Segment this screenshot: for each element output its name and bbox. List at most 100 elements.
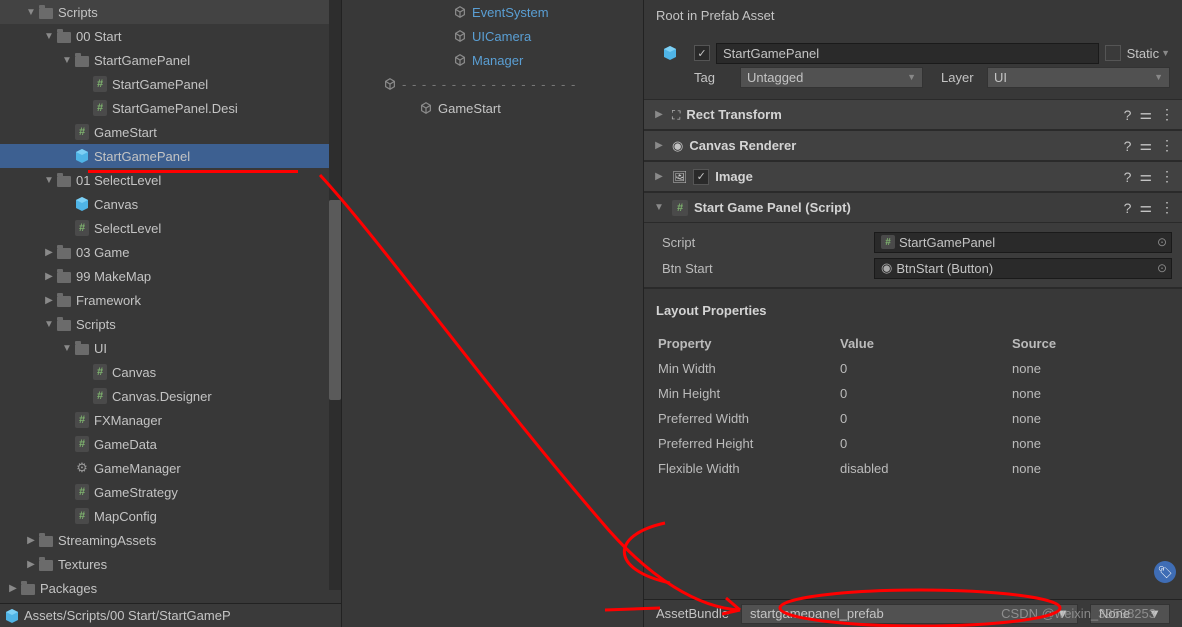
menu-icon[interactable]: ⋮ bbox=[1160, 137, 1174, 154]
help-icon[interactable]: ? bbox=[1124, 200, 1132, 216]
script-icon: # bbox=[92, 100, 108, 116]
tree-item[interactable]: #Canvas bbox=[0, 360, 341, 384]
expand-arrow[interactable] bbox=[6, 581, 20, 595]
tree-item[interactable]: Packages bbox=[0, 576, 341, 600]
layout-table: Property Value Source Min Width0noneMin … bbox=[656, 330, 1170, 482]
tree-item[interactable]: Scripts bbox=[0, 0, 341, 24]
tree-item[interactable]: StartGamePanel bbox=[0, 48, 341, 72]
expand-arrow[interactable] bbox=[652, 170, 666, 184]
component: ◉Canvas Renderer?⚌⋮ bbox=[644, 131, 1182, 162]
expand-arrow[interactable] bbox=[42, 245, 56, 259]
layout-value: disabled bbox=[840, 457, 1010, 480]
preset-icon[interactable]: ⚌ bbox=[1139, 168, 1152, 185]
tree-label: 00 Start bbox=[76, 29, 122, 44]
object-picker-icon[interactable]: ⊙ bbox=[1157, 261, 1167, 275]
script-icon: # bbox=[74, 412, 90, 428]
static-label[interactable]: Static▼ bbox=[1127, 46, 1170, 61]
tag-dropdown[interactable]: Untagged▼ bbox=[740, 67, 923, 88]
component-title: Canvas Renderer bbox=[689, 138, 1117, 153]
script-icon: # bbox=[74, 484, 90, 500]
component-enabled-checkbox[interactable]: ✓ bbox=[693, 169, 709, 185]
component-title: Rect Transform bbox=[686, 107, 1117, 122]
tree-item[interactable]: #GameData bbox=[0, 432, 341, 456]
tree-item[interactable]: 00 Start bbox=[0, 24, 341, 48]
preset-icon[interactable]: ⚌ bbox=[1139, 106, 1152, 123]
layer-dropdown[interactable]: UI▼ bbox=[987, 67, 1170, 88]
help-icon[interactable]: ? bbox=[1124, 169, 1132, 185]
gear-icon: ⚙ bbox=[74, 460, 90, 476]
tree-item[interactable]: 99 MakeMap bbox=[0, 264, 341, 288]
preset-icon[interactable]: ⚌ bbox=[1139, 199, 1152, 216]
expand-arrow[interactable] bbox=[652, 139, 666, 153]
expand-arrow[interactable] bbox=[24, 533, 38, 547]
tree-item[interactable]: #SelectLevel bbox=[0, 216, 341, 240]
tree-item[interactable]: Framework bbox=[0, 288, 341, 312]
hierarchy-item[interactable]: GameStart bbox=[342, 96, 643, 120]
object-picker-icon[interactable]: ⊙ bbox=[1157, 235, 1167, 249]
tag-icon-button[interactable]: 🏷 bbox=[1154, 561, 1176, 583]
scrollbar[interactable] bbox=[329, 0, 341, 590]
tree-item[interactable]: StreamingAssets bbox=[0, 528, 341, 552]
menu-icon[interactable]: ⋮ bbox=[1160, 168, 1174, 185]
tree-item[interactable]: #StartGamePanel bbox=[0, 72, 341, 96]
static-checkbox[interactable] bbox=[1105, 45, 1121, 61]
tree-item[interactable]: #StartGamePanel.Desi bbox=[0, 96, 341, 120]
component-header[interactable]: ⛶Rect Transform?⚌⋮ bbox=[644, 100, 1182, 130]
expand-arrow[interactable] bbox=[42, 29, 56, 43]
layout-source: none bbox=[1012, 432, 1168, 455]
hierarchy-item[interactable]: Manager bbox=[342, 48, 643, 72]
tree-item[interactable]: Textures bbox=[0, 552, 341, 576]
tree-label: Canvas.Designer bbox=[112, 389, 212, 404]
expand-arrow[interactable] bbox=[42, 293, 56, 307]
tree-item[interactable]: #GameStart bbox=[0, 120, 341, 144]
expand-arrow[interactable] bbox=[652, 201, 666, 215]
watermark: CSDN @weixin_39538253 bbox=[1001, 606, 1156, 621]
help-icon[interactable]: ? bbox=[1124, 138, 1132, 154]
hierarchy-item[interactable]: UICamera bbox=[342, 24, 643, 48]
expand-arrow[interactable] bbox=[24, 5, 38, 19]
component-header[interactable]: 🖼✓Image?⚌⋮ bbox=[644, 162, 1182, 192]
tree-label: SelectLevel bbox=[94, 221, 161, 236]
help-icon[interactable]: ? bbox=[1124, 107, 1132, 123]
layout-source: none bbox=[1012, 407, 1168, 430]
tree-item[interactable]: #FXManager bbox=[0, 408, 341, 432]
tree-label: StreamingAssets bbox=[58, 533, 156, 548]
menu-icon[interactable]: ⋮ bbox=[1160, 106, 1174, 123]
object-field[interactable]: #StartGamePanel⊙ bbox=[874, 232, 1172, 253]
tree-item[interactable]: 03 Game bbox=[0, 240, 341, 264]
tree-item[interactable]: UI bbox=[0, 336, 341, 360]
component: #Start Game Panel (Script)?⚌⋮Script#Star… bbox=[644, 193, 1182, 288]
active-checkbox[interactable]: ✓ bbox=[694, 45, 710, 61]
preset-icon[interactable]: ⚌ bbox=[1139, 137, 1152, 154]
hierarchy-item[interactable]: EventSystem bbox=[342, 0, 643, 24]
tree-item[interactable]: ⚙ GameManager bbox=[0, 456, 341, 480]
gameobject-name-input[interactable]: StartGamePanel bbox=[716, 43, 1099, 64]
assetbundle-label: AssetBundle bbox=[656, 606, 729, 621]
tree-item[interactable]: #GameStrategy bbox=[0, 480, 341, 504]
expand-arrow[interactable] bbox=[42, 173, 56, 187]
tree-label: Canvas bbox=[112, 365, 156, 380]
expand-arrow[interactable] bbox=[60, 341, 74, 355]
component-header[interactable]: #Start Game Panel (Script)?⚌⋮ bbox=[644, 193, 1182, 223]
tree-item[interactable]: #Canvas.Designer bbox=[0, 384, 341, 408]
prefab-icon bbox=[74, 148, 90, 164]
tree-item[interactable]: Scripts bbox=[0, 312, 341, 336]
expand-arrow[interactable] bbox=[60, 53, 74, 67]
expand-arrow[interactable] bbox=[652, 108, 666, 122]
object-field[interactable]: ◉BtnStart (Button)⊙ bbox=[874, 258, 1172, 279]
expand-arrow[interactable] bbox=[42, 317, 56, 331]
layout-prop: Preferred Width bbox=[658, 407, 838, 430]
folder-icon bbox=[56, 28, 72, 44]
expand-arrow[interactable] bbox=[42, 269, 56, 283]
tree-label: GameManager bbox=[94, 461, 181, 476]
folder-icon bbox=[56, 244, 72, 260]
property-row: Script#StartGamePanel⊙ bbox=[654, 229, 1172, 255]
component-header[interactable]: ◉Canvas Renderer?⚌⋮ bbox=[644, 131, 1182, 161]
tree-item[interactable]: Canvas bbox=[0, 192, 341, 216]
tree-item[interactable]: #MapConfig bbox=[0, 504, 341, 528]
menu-icon[interactable]: ⋮ bbox=[1160, 199, 1174, 216]
gameobject-icon bbox=[452, 52, 468, 68]
tree-item[interactable]: StartGamePanel bbox=[0, 144, 341, 168]
tree-label: GameData bbox=[94, 437, 157, 452]
expand-arrow[interactable] bbox=[24, 557, 38, 571]
